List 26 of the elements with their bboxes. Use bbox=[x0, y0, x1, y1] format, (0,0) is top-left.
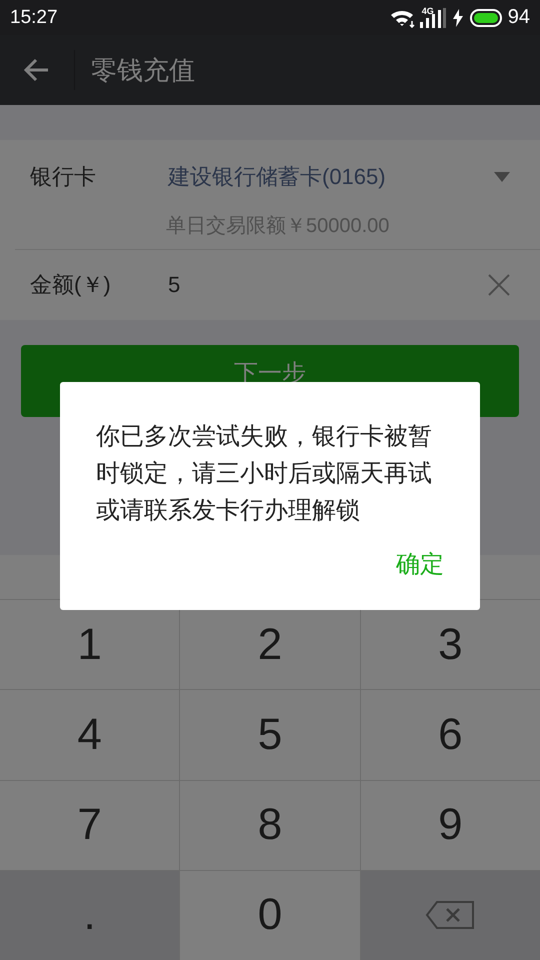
field-label: 银行卡 bbox=[30, 163, 97, 191]
keypad-key[interactable]: 4 bbox=[0, 690, 180, 780]
keypad-key[interactable]: 1 bbox=[0, 600, 180, 690]
signal-icon bbox=[420, 8, 446, 28]
bank-card-selector[interactable]: 建设银行储蓄卡(0165) bbox=[168, 162, 386, 192]
status-time: 15:27 bbox=[10, 6, 58, 28]
battery-icon bbox=[470, 8, 502, 26]
keypad-key[interactable]: 9 bbox=[360, 780, 540, 870]
keypad-key[interactable]: 7 bbox=[0, 780, 180, 870]
charging-icon bbox=[452, 8, 464, 26]
keypad-key[interactable]: 8 bbox=[180, 780, 360, 870]
back-arrow-icon[interactable] bbox=[24, 57, 50, 83]
page-title: 零钱充值 bbox=[91, 54, 195, 86]
dialog-message: 你已多次尝试失败，银行卡被暂时锁定，请三小时后或隔天再试或请联系发卡行办理解锁 bbox=[96, 422, 433, 526]
keypad-key[interactable]: 6 bbox=[360, 690, 540, 780]
keypad-key[interactable]: 5 bbox=[180, 690, 360, 780]
network-type: 4G bbox=[422, 6, 434, 16]
confirm-button[interactable]: 确定 bbox=[396, 548, 444, 580]
backspace-icon bbox=[425, 900, 476, 930]
clear-icon[interactable] bbox=[488, 274, 510, 296]
amount-field[interactable]: 5 bbox=[168, 272, 488, 298]
field-label: 金额(￥) bbox=[30, 271, 112, 299]
keypad-key[interactable]: 3 bbox=[360, 600, 540, 690]
keypad-key[interactable]: 0 bbox=[180, 870, 360, 960]
dropdown-caret-icon[interactable] bbox=[494, 172, 510, 182]
battery-level: 94 bbox=[508, 6, 530, 29]
